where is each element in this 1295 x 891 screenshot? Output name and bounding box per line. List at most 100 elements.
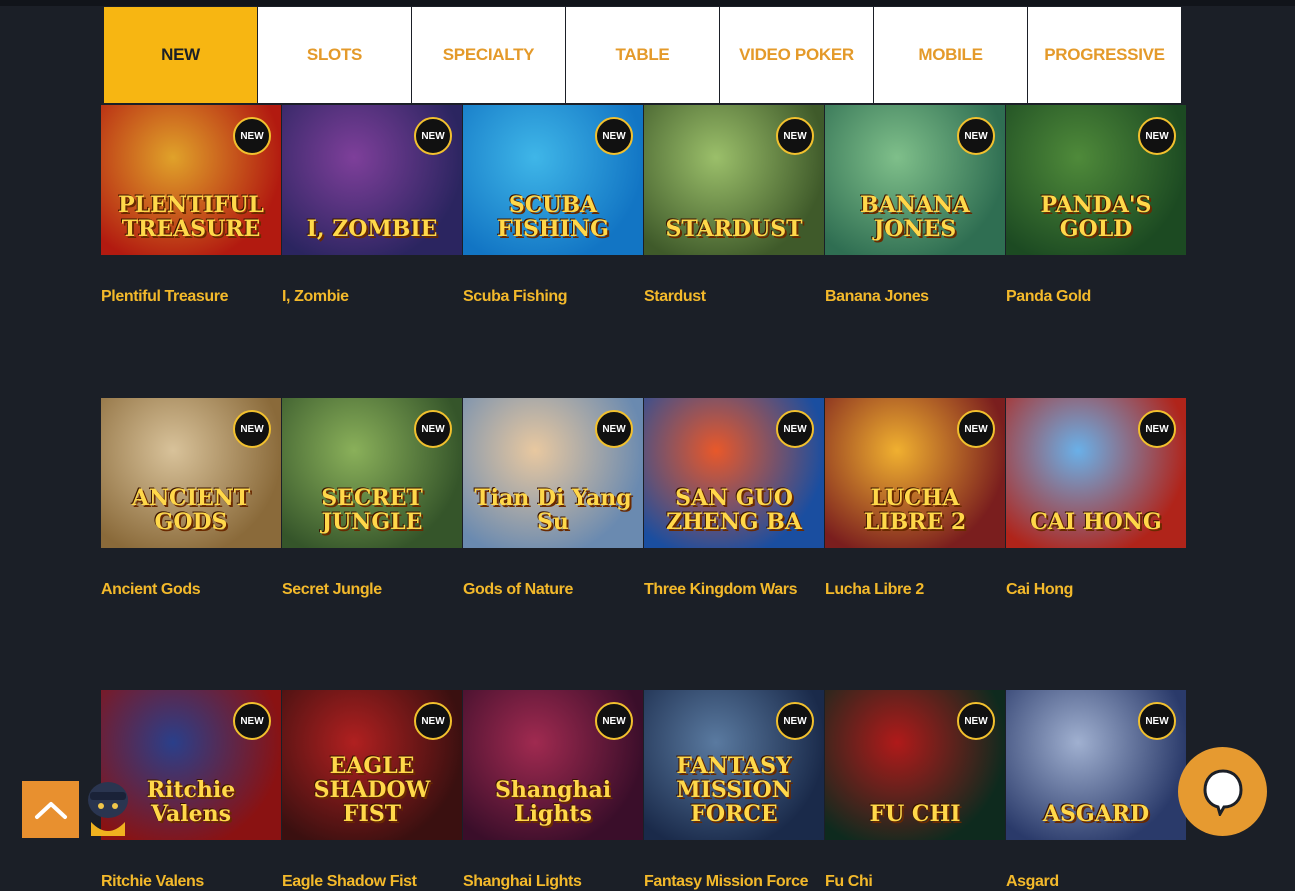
new-badge: NEW bbox=[1138, 117, 1176, 155]
new-badge: NEW bbox=[595, 702, 633, 740]
game-logo: Shanghai Lights bbox=[494, 777, 612, 827]
game-title[interactable]: Stardust bbox=[644, 288, 824, 306]
game-card[interactable]: ASGARD NEW Asgard bbox=[1006, 690, 1186, 891]
game-thumbnail[interactable]: ASGARD NEW bbox=[1006, 690, 1186, 840]
game-thumbnail[interactable]: Tian Di Yang Su NEW bbox=[463, 398, 643, 548]
category-tabs: NEW SLOTS SPECIALTY TABLE VIDEO POKER MOBILE P… bbox=[104, 7, 1182, 103]
chevron-up-icon bbox=[34, 801, 67, 819]
game-logo: I, ZOMBIE bbox=[306, 216, 438, 242]
game-logo: PLENTIFUL TREASURE bbox=[118, 192, 264, 242]
game-thumbnail[interactable]: CAI HONG NEW bbox=[1006, 398, 1186, 548]
game-title[interactable]: I, Zombie bbox=[282, 288, 462, 306]
game-thumbnail[interactable]: Shanghai Lights NEW bbox=[463, 690, 643, 840]
game-thumbnail[interactable]: EAGLE SHADOW FIST NEW bbox=[282, 690, 462, 840]
new-badge: NEW bbox=[595, 410, 633, 448]
game-logo: SCUBA FISHING bbox=[497, 192, 609, 242]
tab-mobile[interactable]: MOBILE bbox=[874, 7, 1027, 103]
game-title[interactable]: Asgard bbox=[1006, 873, 1186, 891]
game-thumbnail[interactable]: FU CHI NEW bbox=[825, 690, 1005, 840]
new-badge: NEW bbox=[233, 410, 271, 448]
game-card[interactable]: BANANA JONES NEW Banana Jones bbox=[825, 105, 1005, 306]
game-title[interactable]: Scuba Fishing bbox=[463, 288, 643, 306]
game-card[interactable]: CAI HONG NEW Cai Hong bbox=[1006, 398, 1186, 599]
game-thumbnail[interactable]: FANTASY MISSION FORCE NEW bbox=[644, 690, 824, 840]
game-thumbnail[interactable]: PANDA'S GOLD NEW bbox=[1006, 105, 1186, 255]
game-card[interactable]: PLENTIFUL TREASURE NEW Plentiful Treasure bbox=[101, 105, 281, 306]
tab-specialty[interactable]: SPECIALTY bbox=[412, 7, 565, 103]
game-logo: ANCIENT GODS bbox=[131, 485, 251, 535]
game-thumbnail[interactable]: SCUBA FISHING NEW bbox=[463, 105, 643, 255]
game-card[interactable]: EAGLE SHADOW FIST NEW Eagle Shadow Fist bbox=[282, 690, 462, 891]
game-card[interactable]: FU CHI NEW Fu Chi bbox=[825, 690, 1005, 891]
game-title[interactable]: Plentiful Treasure bbox=[101, 288, 281, 306]
new-badge: NEW bbox=[414, 117, 452, 155]
game-card[interactable]: LUCHA LIBRE 2 NEW Lucha Libre 2 bbox=[825, 398, 1005, 599]
scroll-to-top-button[interactable] bbox=[22, 781, 79, 838]
new-badge: NEW bbox=[776, 117, 814, 155]
game-thumbnail[interactable]: LUCHA LIBRE 2 NEW bbox=[825, 398, 1005, 548]
game-logo: BANANA JONES bbox=[859, 192, 971, 242]
game-title[interactable]: Cai Hong bbox=[1006, 581, 1186, 599]
game-thumbnail[interactable]: BANANA JONES NEW bbox=[825, 105, 1005, 255]
game-row: PLENTIFUL TREASURE NEW Plentiful Treasure I… bbox=[101, 105, 1187, 306]
tab-table[interactable]: TABLE bbox=[566, 7, 719, 103]
game-thumbnail[interactable]: SAN GUO ZHENG BA NEW bbox=[644, 398, 824, 548]
new-badge: NEW bbox=[776, 702, 814, 740]
game-title[interactable]: Banana Jones bbox=[825, 288, 1005, 306]
new-badge: NEW bbox=[233, 117, 271, 155]
new-badge: NEW bbox=[595, 117, 633, 155]
new-badge: NEW bbox=[957, 117, 995, 155]
game-row: ANCIENT GODS NEW Ancient Gods SECRET JUNGLE… bbox=[101, 398, 1187, 599]
game-card[interactable]: FANTASY MISSION FORCE NEW Fantasy Mission … bbox=[644, 690, 824, 891]
new-badge: NEW bbox=[776, 410, 814, 448]
game-card[interactable]: STARDUST NEW Stardust bbox=[644, 105, 824, 306]
game-card[interactable]: PANDA'S GOLD NEW Panda Gold bbox=[1006, 105, 1186, 306]
game-title[interactable]: Secret Jungle bbox=[282, 581, 462, 599]
game-logo: SECRET JUNGLE bbox=[321, 485, 423, 535]
game-logo: FANTASY MISSION FORCE bbox=[676, 753, 792, 827]
tab-video-poker[interactable]: VIDEO POKER bbox=[720, 7, 873, 103]
game-title[interactable]: Panda Gold bbox=[1006, 288, 1186, 306]
game-thumbnail[interactable]: STARDUST NEW bbox=[644, 105, 824, 255]
game-card[interactable]: I, ZOMBIE NEW I, Zombie bbox=[282, 105, 462, 306]
game-card[interactable]: Tian Di Yang Su NEW Gods of Nature bbox=[463, 398, 643, 599]
new-badge: NEW bbox=[233, 702, 271, 740]
new-badge: NEW bbox=[957, 702, 995, 740]
game-title[interactable]: Eagle Shadow Fist bbox=[282, 873, 462, 891]
top-bar bbox=[0, 0, 1295, 6]
game-card[interactable]: SCUBA FISHING NEW Scuba Fishing bbox=[463, 105, 643, 306]
game-card[interactable]: SECRET JUNGLE NEW Secret Jungle bbox=[282, 398, 462, 599]
game-title[interactable]: Three Kingdom Wars bbox=[644, 581, 824, 599]
game-thumbnail[interactable]: PLENTIFUL TREASURE NEW bbox=[101, 105, 281, 255]
chat-button[interactable] bbox=[1178, 747, 1267, 836]
game-title[interactable]: Fu Chi bbox=[825, 873, 1005, 891]
chat-bubble-icon bbox=[1202, 768, 1243, 816]
game-thumbnail[interactable]: I, ZOMBIE NEW bbox=[282, 105, 462, 255]
tab-progressive[interactable]: PROGRESSIVE bbox=[1028, 7, 1181, 103]
game-logo: CAI HONG bbox=[1030, 509, 1162, 535]
tab-new[interactable]: NEW bbox=[104, 7, 257, 103]
game-logo: SAN GUO ZHENG BA bbox=[666, 485, 802, 535]
game-title[interactable]: Gods of Nature bbox=[463, 581, 643, 599]
game-logo: PANDA'S GOLD bbox=[1040, 192, 1152, 242]
game-logo: LUCHA LIBRE 2 bbox=[863, 485, 967, 535]
game-title[interactable]: Lucha Libre 2 bbox=[825, 581, 1005, 599]
game-logo: Tian Di Yang Su bbox=[474, 485, 632, 535]
new-badge: NEW bbox=[1138, 410, 1176, 448]
game-card[interactable]: ANCIENT GODS NEW Ancient Gods bbox=[101, 398, 281, 599]
game-logo: Ritchie Valens bbox=[146, 777, 236, 827]
game-card[interactable]: Shanghai Lights NEW Shanghai Lights bbox=[463, 690, 643, 891]
game-logo: STARDUST bbox=[665, 216, 803, 242]
game-title[interactable]: Ancient Gods bbox=[101, 581, 281, 599]
game-title[interactable]: Ritchie Valens bbox=[101, 873, 281, 891]
game-thumbnail[interactable]: SECRET JUNGLE NEW bbox=[282, 398, 462, 548]
game-logo: EAGLE SHADOW FIST bbox=[313, 753, 431, 827]
game-card[interactable]: SAN GUO ZHENG BA NEW Three Kingdom Wars bbox=[644, 398, 824, 599]
game-logo: FU CHI bbox=[869, 801, 961, 827]
game-thumbnail[interactable]: ANCIENT GODS NEW bbox=[101, 398, 281, 548]
tab-slots[interactable]: SLOTS bbox=[258, 7, 411, 103]
new-badge: NEW bbox=[414, 702, 452, 740]
game-row: Ritchie Valens NEW Ritchie Valens EAGLE SHA… bbox=[101, 690, 1187, 891]
game-title[interactable]: Shanghai Lights bbox=[463, 873, 643, 891]
game-title[interactable]: Fantasy Mission Force bbox=[644, 873, 824, 891]
